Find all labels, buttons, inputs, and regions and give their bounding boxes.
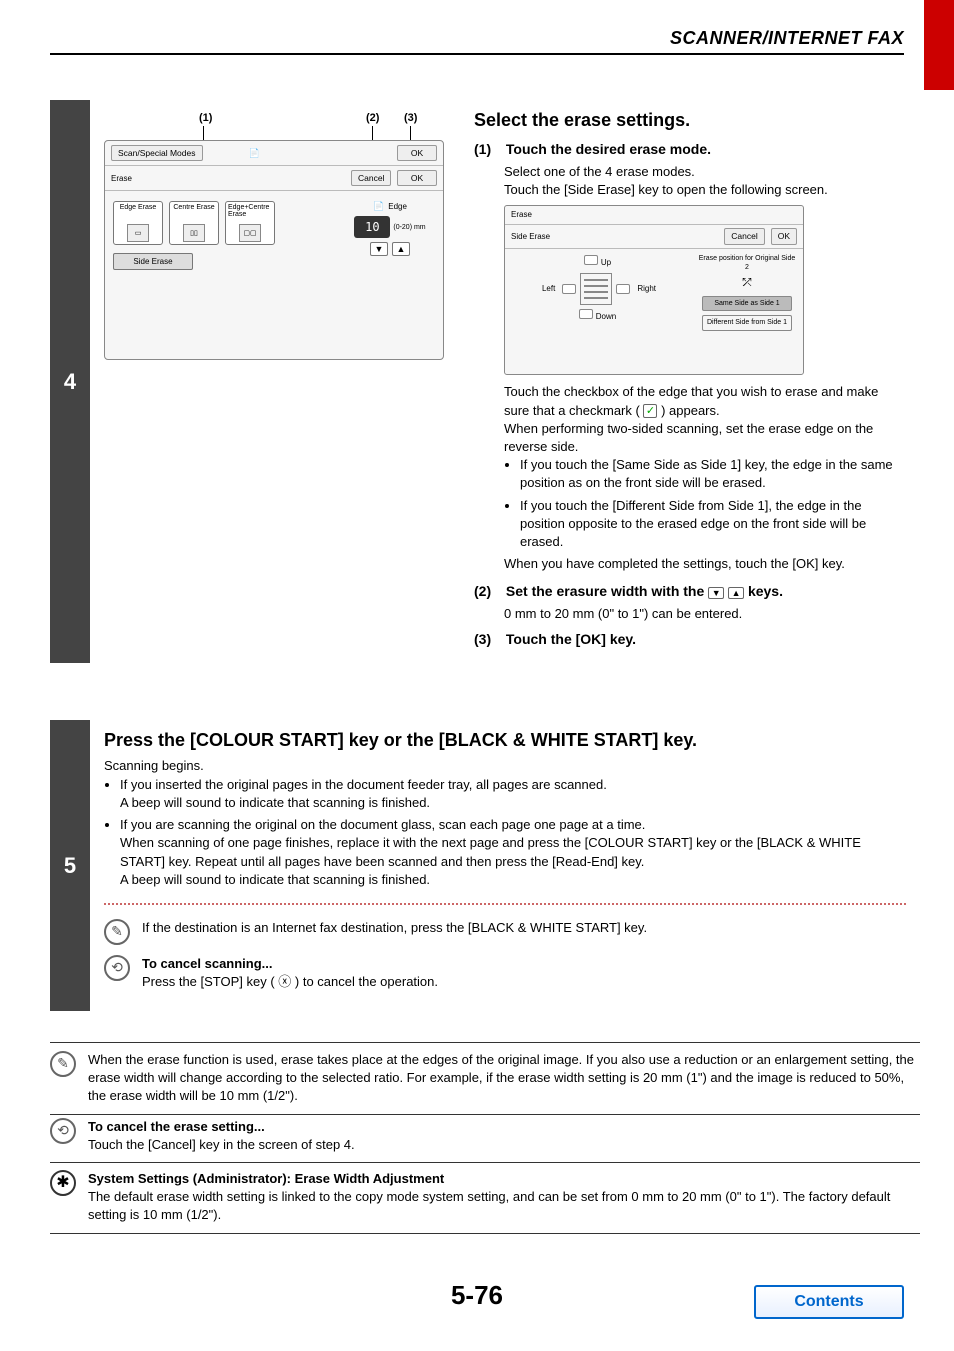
after-ss2-p1b: ) appears. <box>661 403 720 418</box>
centre-erase-button[interactable]: Centre Erase ▯▯ <box>169 201 219 245</box>
cancel-icon: ⟲ <box>104 955 130 981</box>
screenshot-side-erase: Erase Side Erase Cancel OK Up Left <box>504 205 804 375</box>
screenshot-erase-modes: Scan/Special Modes 📄 OK Erase Cancel OK … <box>104 140 444 360</box>
step5-note2-title: To cancel scanning... <box>142 955 906 973</box>
step-5-row: 5 Press the [COLOUR START] key or the [B… <box>50 720 920 1011</box>
ss2-ok[interactable]: OK <box>771 228 797 246</box>
chapter-tab <box>924 0 954 90</box>
side-erase-button[interactable]: Side Erase <box>113 253 193 270</box>
arrow-down-icon: ▼ <box>708 587 724 599</box>
gear-icon: ✱ <box>50 1170 76 1196</box>
diff-side-button[interactable]: Different Side from Side 1 <box>702 315 792 331</box>
page-header: SCANNER/INTERNET FAX <box>50 28 904 55</box>
right-label: Right <box>637 283 656 294</box>
edge-erase-icon: ▭ <box>127 224 149 242</box>
cancel-icon-2: ⟲ <box>50 1118 76 1144</box>
divider <box>104 903 906 905</box>
pencil-icon-2: ✎ <box>50 1051 76 1077</box>
right-checkbox[interactable] <box>616 284 630 294</box>
ss1-mode-label: Scan/Special Modes <box>111 145 203 161</box>
edge-width-label: Edge <box>388 202 407 211</box>
step4-title: Select the erase settings. <box>474 110 906 131</box>
after-ss2-p2: When performing two-sided scanning, set … <box>504 420 906 456</box>
edge-centre-erase-label: Edge+Centre Erase <box>228 204 272 218</box>
step5-b2a: If you are scanning the original on the … <box>120 817 645 832</box>
edge-centre-erase-button[interactable]: Edge+Centre Erase ▢▢ <box>225 201 275 245</box>
centre-erase-icon: ▯▯ <box>183 224 205 242</box>
sub2-num: (2) <box>474 583 502 599</box>
step5-bullet2: If you are scanning the original on the … <box>120 816 906 889</box>
erase-width-value: 10 <box>354 216 390 238</box>
ss1-ok[interactable]: OK <box>397 170 437 186</box>
edge-centre-erase-icon: ▢▢ <box>239 224 261 242</box>
info-box-1: ✎ When the erase function is used, erase… <box>50 1042 920 1115</box>
ss1-sub-label: Erase <box>111 174 345 183</box>
edge-erase-button[interactable]: Edge Erase ▭ <box>113 201 163 245</box>
step5-note2-body: Press the [STOP] key ( ⓧ ) to cancel the… <box>142 973 906 991</box>
sub1-title: Touch the desired erase mode. <box>506 141 711 157</box>
step5-title: Press the [COLOUR START] key or the [BLA… <box>104 730 906 751</box>
info2-title: To cancel the erase setting... <box>88 1118 355 1136</box>
centre-erase-label: Centre Erase <box>173 204 214 211</box>
callout-3: (3) <box>404 112 417 124</box>
info-box-2: ⟲ To cancel the erase setting... Touch t… <box>50 1110 920 1163</box>
after-ss2-p3: When you have completed the settings, to… <box>504 555 906 573</box>
ss2-subtitle: Side Erase <box>511 231 718 242</box>
callout-2: (2) <box>366 112 379 124</box>
flip-icon: ⤱ <box>743 276 752 291</box>
step5-b2c: A beep will sound to indicate that scann… <box>120 872 430 887</box>
sub2-title-b: keys. <box>748 583 783 599</box>
sub1-num: (1) <box>474 141 502 157</box>
step-4-number: 4 <box>50 100 90 663</box>
info3-title: System Settings (Administrator): Erase W… <box>88 1170 914 1188</box>
step5-line0: Scanning begins. <box>104 757 906 776</box>
step-5-number: 5 <box>50 720 90 1011</box>
sub3-title: Touch the [OK] key. <box>506 631 636 647</box>
info3-body: The default erase width setting is linke… <box>88 1188 914 1224</box>
down-checkbox[interactable] <box>579 309 593 319</box>
step5-bullet1: If you inserted the original pages in th… <box>120 776 906 812</box>
step5-note1: If the destination is an Internet fax de… <box>142 919 906 937</box>
sub1-line1: Select one of the 4 erase modes. <box>504 163 906 181</box>
ss2-pos-header: Erase position for Original Side 2 <box>697 255 797 272</box>
same-side-button[interactable]: Same Side as Side 1 <box>702 296 792 312</box>
up-checkbox[interactable] <box>584 255 598 265</box>
width-up-button[interactable]: ▲ <box>392 242 410 256</box>
info2-body: Touch the [Cancel] key in the screen of … <box>88 1136 355 1154</box>
left-label: Left <box>542 283 555 294</box>
step-4-row: 4 (1) (2) (3) Scan/Special Modes 📄 OK Er… <box>50 100 920 663</box>
arrow-up-icon: ▲ <box>728 587 744 599</box>
page-icon: 📄 <box>249 148 260 159</box>
ss2-cancel[interactable]: Cancel <box>724 228 764 246</box>
step5-b1b: A beep will sound to indicate that scann… <box>120 795 430 810</box>
header-title: SCANNER/INTERNET FAX <box>670 28 904 48</box>
sub2-line1: 0 mm to 20 mm (0" to 1") can be entered. <box>504 605 906 623</box>
edge-erase-label: Edge Erase <box>120 204 157 211</box>
ss1-cancel[interactable]: Cancel <box>351 170 391 186</box>
doc-icon: 📄 <box>373 201 384 212</box>
left-checkbox[interactable] <box>562 284 576 294</box>
after-ss2-b2: If you touch the [Different Side from Si… <box>520 497 906 552</box>
step5-b1a: If you inserted the original pages in th… <box>120 777 607 792</box>
sub1-line2: Touch the [Side Erase] key to open the f… <box>504 181 906 199</box>
up-label: Up <box>601 257 611 268</box>
info-box-3: ✱ System Settings (Administrator): Erase… <box>50 1162 920 1234</box>
down-label: Down <box>596 311 616 322</box>
callout-1: (1) <box>199 112 212 124</box>
page-preview-icon <box>580 273 612 305</box>
contents-button[interactable]: Contents <box>754 1285 904 1319</box>
checkmark-icon: ✓ <box>643 404 657 418</box>
pencil-icon: ✎ <box>104 919 130 945</box>
info1-text: When the erase function is used, erase t… <box>88 1051 914 1106</box>
after-ss2-b1: If you touch the [Same Side as Side 1] k… <box>520 456 906 492</box>
erase-width-range: (0-20) mm <box>393 224 425 231</box>
step5-b2b: When scanning of one page finishes, repl… <box>120 835 861 868</box>
sub2-title-a: Set the erasure width with the <box>506 583 708 599</box>
ss2-title: Erase <box>511 209 797 220</box>
width-down-button[interactable]: ▼ <box>370 242 388 256</box>
sub3-num: (3) <box>474 631 502 647</box>
ss1-ok-top[interactable]: OK <box>397 145 437 161</box>
